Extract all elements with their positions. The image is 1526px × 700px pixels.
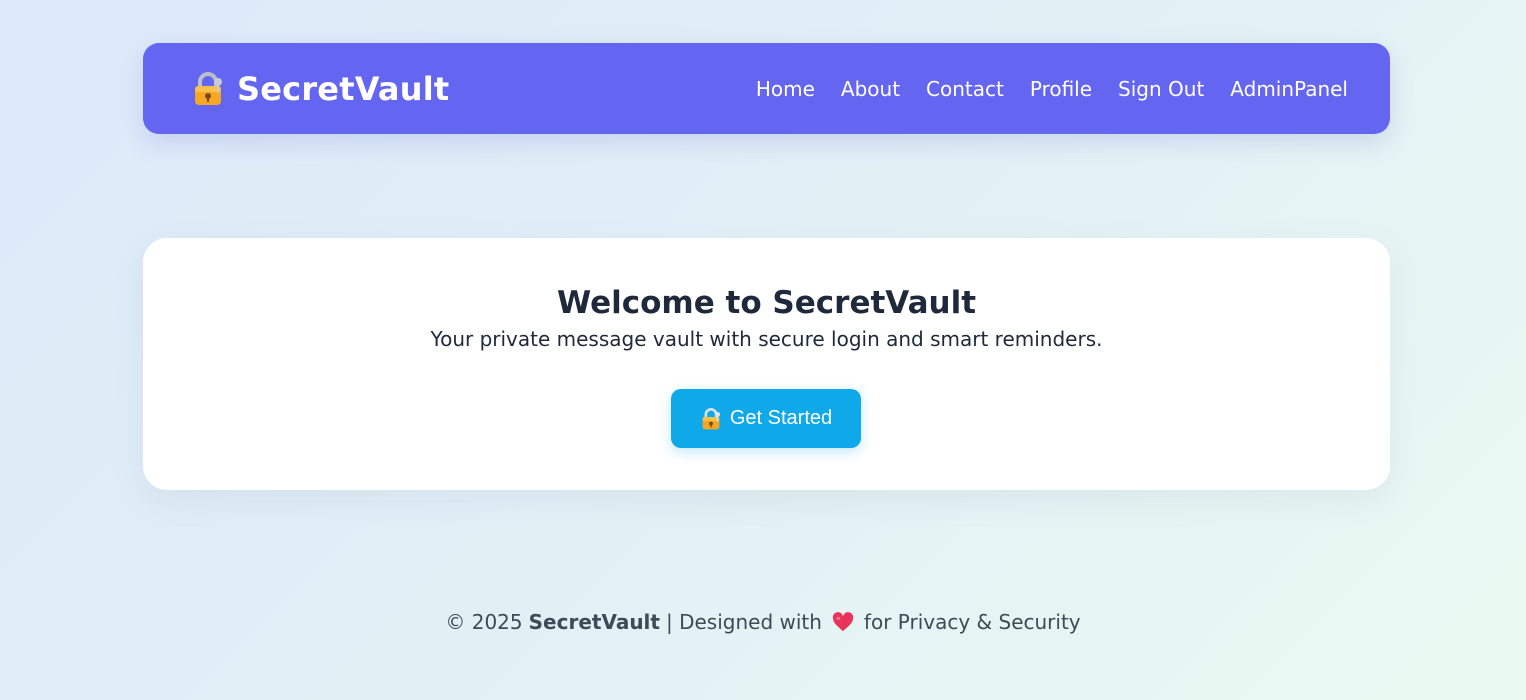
hero-title: Welcome to SecretVault — [556, 285, 977, 321]
footer-designed-with: | Designed with — [665, 610, 822, 634]
hero-card: Welcome to SecretVault Your private mess… — [143, 238, 1390, 490]
footer-brand: SecretVault — [528, 610, 660, 634]
footer-copyright: © 2025 — [445, 610, 523, 634]
nav-link-about[interactable]: About — [841, 77, 900, 101]
get-started-button[interactable]: Get Started — [671, 389, 861, 448]
lock-icon — [700, 407, 722, 431]
nav-links: Home About Contact Profile Sign Out Admi… — [756, 77, 1348, 101]
footer: © 2025 SecretVault | Designed with for P… — [0, 610, 1526, 634]
nav-link-admin-panel[interactable]: AdminPanel — [1230, 77, 1348, 101]
heart-icon — [832, 612, 854, 632]
navbar: SecretVault Home About Contact Profile S… — [143, 43, 1390, 134]
footer-tagline: for Privacy & Security — [863, 610, 1081, 634]
nav-link-contact[interactable]: Contact — [926, 77, 1004, 101]
get-started-label: Get Started — [729, 407, 833, 429]
brand[interactable]: SecretVault — [191, 70, 449, 108]
hero-subtitle: Your private message vault with secure l… — [430, 327, 1103, 351]
lock-icon — [191, 71, 225, 107]
nav-link-profile[interactable]: Profile — [1030, 77, 1092, 101]
nav-link-home[interactable]: Home — [756, 77, 815, 101]
brand-name: SecretVault — [237, 69, 450, 108]
nav-link-sign-out[interactable]: Sign Out — [1118, 77, 1204, 101]
